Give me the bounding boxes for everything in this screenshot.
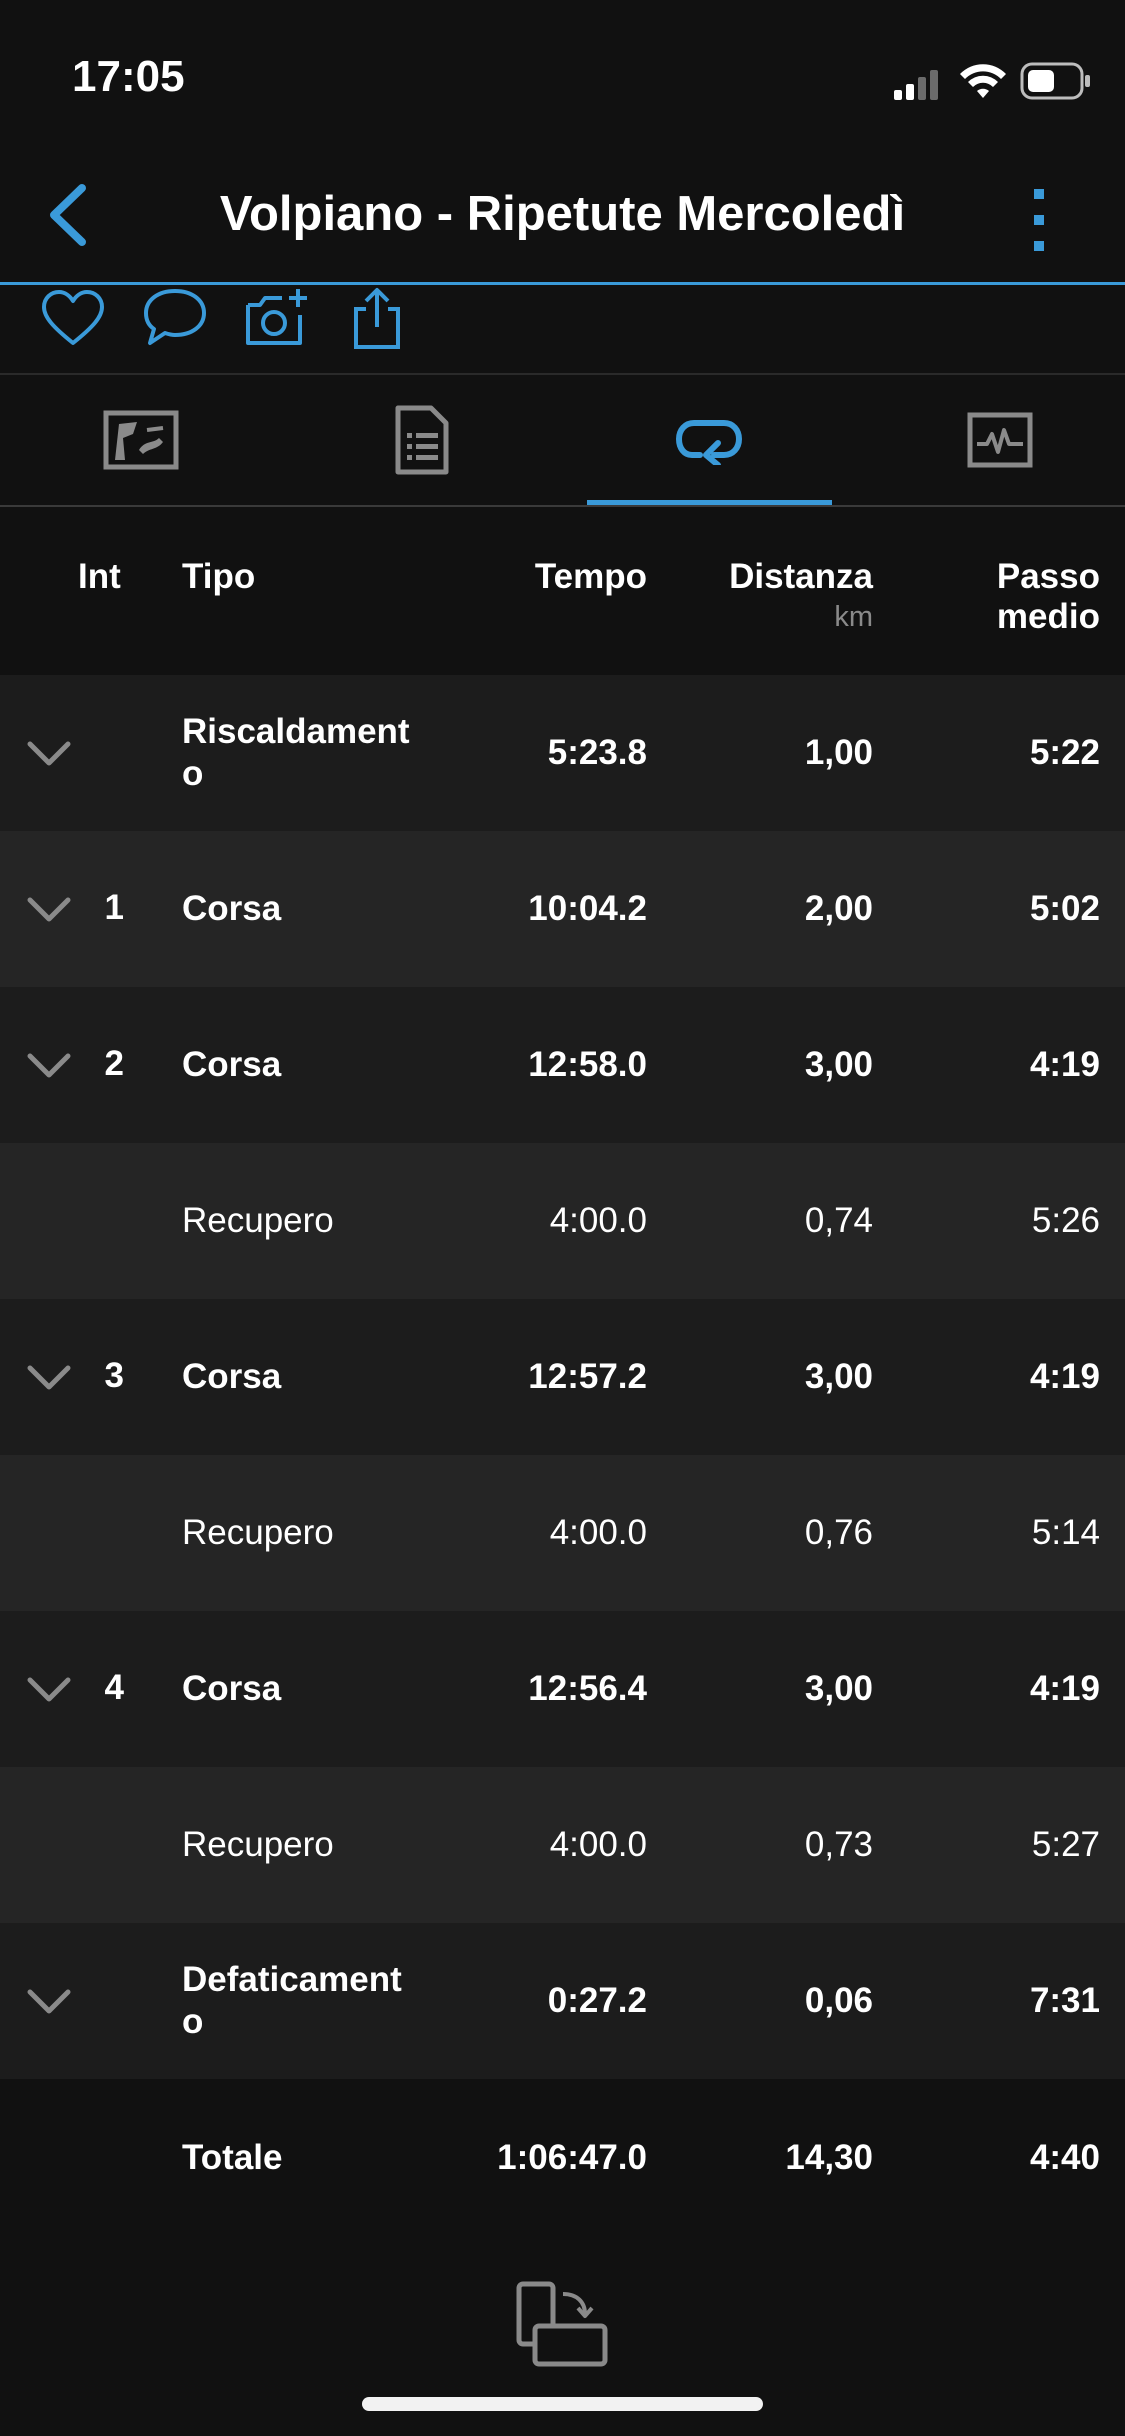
tab-details[interactable] (281, 375, 562, 505)
table-row-recovery: Recupero 4:00.0 0,76 5:14 (0, 1455, 1125, 1611)
row-distance: 1,00 (804, 733, 873, 772)
total-time: 1:06:47.0 (497, 2138, 647, 2177)
table-header: Int Tipo Tempo Distanza km Passo medio (0, 507, 1125, 675)
row-type-wrap: o (182, 2002, 204, 2041)
row-distance: 0,76 (804, 1513, 873, 1552)
row-time: 10:04.2 (528, 889, 647, 928)
row-type: Defaticament (182, 1960, 402, 1999)
row-type: Corsa (182, 1045, 282, 1084)
row-type: Corsa (182, 1669, 282, 1708)
row-type: Recupero (182, 1825, 334, 1864)
row-distance: 3,00 (804, 1045, 873, 1084)
row-interval: 3 (104, 1356, 124, 1395)
row-time: 0:27.2 (547, 1981, 647, 2020)
row-time: 5:23.8 (547, 733, 647, 772)
expand-chevron-icon[interactable] (26, 1675, 72, 1705)
add-photo-icon[interactable] (242, 285, 312, 355)
more-vertical-icon[interactable] (1020, 185, 1060, 255)
table-row[interactable]: Riscaldament o 5:23.8 1,00 5:22 (0, 675, 1125, 831)
row-pace: 5:26 (1031, 1201, 1100, 1240)
row-pace: 5:22 (1029, 733, 1100, 772)
wifi-icon (960, 64, 1006, 98)
table-total-row: Totale 1:06:47.0 14,30 4:40 (0, 2080, 1125, 2236)
tab-bar (0, 375, 1125, 505)
details-tab-icon (395, 405, 448, 475)
row-type: Riscaldament (182, 712, 410, 751)
row-distance: 2,00 (804, 889, 873, 928)
comment-icon[interactable] (140, 285, 210, 355)
table-row-recovery: Recupero 4:00.0 0,73 5:27 (0, 1767, 1125, 1923)
rotate-device-icon[interactable] (515, 2280, 610, 2370)
col-int: Int (78, 557, 121, 596)
row-pace: 5:02 (1029, 889, 1100, 928)
total-distance: 14,30 (785, 2138, 873, 2177)
tab-laps[interactable] (568, 375, 849, 505)
laps-tab-icon (675, 420, 742, 465)
col-distanza: Distanza (729, 557, 873, 596)
total-pace: 4:40 (1029, 2138, 1100, 2177)
row-time: 4:00.0 (549, 1201, 647, 1240)
expand-chevron-icon[interactable] (26, 1051, 72, 1081)
col-distanza-unit: km (834, 601, 873, 633)
tab-map[interactable] (0, 375, 281, 505)
row-type: Recupero (182, 1513, 334, 1552)
row-pace: 5:27 (1031, 1825, 1100, 1864)
tab-charts[interactable] (859, 375, 1125, 505)
row-pace: 4:19 (1029, 1045, 1100, 1084)
share-icon[interactable] (342, 285, 412, 355)
row-time: 12:57.2 (528, 1357, 647, 1396)
row-distance: 0,74 (804, 1201, 873, 1240)
heart-icon[interactable] (38, 285, 108, 355)
row-pace: 4:19 (1029, 1669, 1100, 1708)
row-distance: 3,00 (804, 1357, 873, 1396)
table-row[interactable]: 3 Corsa 12:57.2 3,00 4:19 (0, 1299, 1125, 1455)
row-pace: 4:19 (1029, 1357, 1100, 1396)
expand-chevron-icon[interactable] (26, 895, 72, 925)
row-time: 4:00.0 (549, 1825, 647, 1864)
row-pace: 5:14 (1031, 1513, 1100, 1552)
row-type: Recupero (182, 1201, 334, 1240)
row-time: 12:56.4 (528, 1669, 647, 1708)
row-type: Corsa (182, 1357, 282, 1396)
expand-chevron-icon[interactable] (26, 1987, 72, 2017)
row-type-wrap: o (182, 754, 204, 793)
page-title: Volpiano - Ripetute Mercoledì (219, 187, 906, 241)
row-pace: 7:31 (1029, 1981, 1100, 2020)
row-interval: 4 (104, 1668, 124, 1707)
total-label: Totale (182, 2138, 283, 2177)
back-chevron-icon[interactable] (40, 180, 100, 250)
col-passo: Passo (996, 557, 1100, 596)
status-time: 17:05 (72, 52, 185, 101)
chart-tab-icon (967, 412, 1032, 468)
expand-chevron-icon[interactable] (26, 1363, 72, 1393)
row-interval: 1 (104, 888, 124, 927)
home-indicator[interactable] (362, 2397, 763, 2411)
table-row-recovery: Recupero 4:00.0 0,74 5:26 (0, 1143, 1125, 1299)
expand-chevron-icon[interactable] (26, 739, 72, 769)
table-row[interactable]: Defaticament o 0:27.2 0,06 7:31 (0, 1923, 1125, 2079)
table-row[interactable]: 2 Corsa 12:58.0 3,00 4:19 (0, 987, 1125, 1143)
col-tempo: Tempo (534, 557, 647, 596)
col-passo-medio: medio (996, 597, 1100, 636)
table-row[interactable]: 4 Corsa 12:56.4 3,00 4:19 (0, 1611, 1125, 1767)
row-time: 4:00.0 (549, 1513, 647, 1552)
table-row[interactable]: 1 Corsa 10:04.2 2,00 5:02 (0, 831, 1125, 987)
row-distance: 3,00 (804, 1669, 873, 1708)
row-time: 12:58.0 (528, 1045, 647, 1084)
action-bar (0, 285, 1125, 373)
cellular-signal-icon (894, 70, 938, 100)
row-type: Corsa (182, 889, 282, 928)
row-distance: 0,73 (804, 1825, 873, 1864)
row-distance: 0,06 (804, 1981, 873, 2020)
battery-icon (1020, 62, 1090, 100)
col-tipo: Tipo (182, 557, 256, 596)
row-interval: 2 (104, 1044, 124, 1083)
map-tab-icon (103, 410, 178, 470)
